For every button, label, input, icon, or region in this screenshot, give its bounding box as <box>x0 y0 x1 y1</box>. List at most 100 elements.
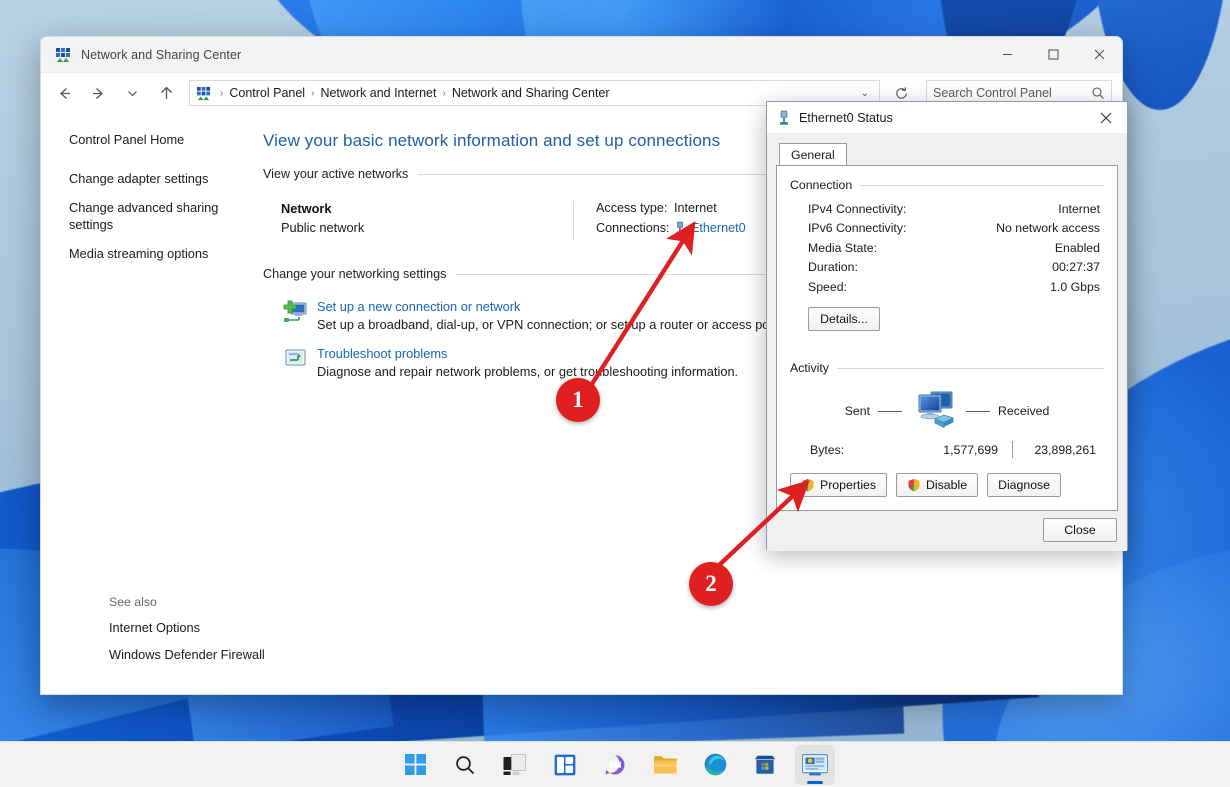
ethernet-adapter-icon <box>674 221 686 235</box>
ipv4-connectivity-value: Internet <box>1058 200 1100 219</box>
sidebar-item-media-streaming-options[interactable]: Media streaming options <box>69 245 221 262</box>
disable-button-label: Disable <box>926 478 967 492</box>
sidebar-item-control-panel-home[interactable]: Control Panel Home <box>69 131 221 148</box>
speed-value: 1.0 Gbps <box>1050 278 1100 297</box>
ipv4-connectivity-row: IPv4 Connectivity: Internet <box>790 200 1104 219</box>
uac-shield-icon <box>801 478 815 492</box>
dialog-action-buttons: Properties Disable Diagnose <box>790 473 1061 497</box>
search-icon[interactable] <box>1091 86 1105 100</box>
setting-description: Set up a broadband, dial-up, or VPN conn… <box>317 317 787 332</box>
close-button[interactable] <box>1076 37 1122 73</box>
minimize-button[interactable] <box>984 37 1030 73</box>
breadcrumb-separator: › <box>439 88 448 99</box>
window-title: Network and Sharing Center <box>81 48 241 62</box>
close-dialog-button[interactable]: Close <box>1043 518 1117 542</box>
setting-title[interactable]: Set up a new connection or network <box>317 299 787 314</box>
see-also-internet-options[interactable]: Internet Options <box>109 620 279 635</box>
maximize-button[interactable] <box>1030 37 1076 73</box>
search-input[interactable]: Search Control Panel <box>933 86 1091 100</box>
window-controls <box>984 37 1122 73</box>
connections-ethernet0-link[interactable]: Ethernet0 <box>691 221 746 235</box>
sidebar-item-change-advanced-sharing-settings[interactable]: Change advanced sharing settings <box>69 199 221 233</box>
activity-header-row: Sent <box>792 389 1102 433</box>
network-name: Network <box>281 201 573 216</box>
breadcrumb-separator: › <box>217 88 226 99</box>
properties-button[interactable]: Properties <box>790 473 887 497</box>
search-button[interactable] <box>445 745 485 785</box>
see-also-heading: See also <box>109 595 279 609</box>
connections-label: Connections: <box>596 221 674 235</box>
see-also-windows-defender-firewall[interactable]: Windows Defender Firewall <box>109 647 279 662</box>
microsoft-store-button[interactable] <box>745 745 785 785</box>
breadcrumb-item-control-panel[interactable]: Control Panel <box>226 86 308 100</box>
media-state-row: Media State: Enabled <box>790 239 1104 258</box>
sidebar-item-change-adapter-settings[interactable]: Change adapter settings <box>69 170 221 187</box>
ipv4-connectivity-label: IPv4 Connectivity: <box>808 200 906 219</box>
recent-locations-button[interactable] <box>115 78 149 108</box>
activity-fieldset-heading: Activity <box>790 361 1104 375</box>
connection-heading-text: Connection <box>790 178 852 192</box>
dialog-close-action: Close <box>1043 518 1117 542</box>
uac-shield-icon <box>907 478 921 492</box>
sent-dash <box>878 411 902 412</box>
dialog-tabstrip: General <box>776 142 1118 165</box>
sent-label: Sent <box>845 404 870 418</box>
dialog-close-button[interactable] <box>1085 102 1127 134</box>
network-details: Access type: Internet Connections: <box>573 201 746 241</box>
ethernet0-status-dialog: Ethernet0 Status General Connection IPv4… <box>766 101 1128 550</box>
setting-title[interactable]: Troubleshoot problems <box>317 346 738 361</box>
control-panel-button[interactable] <box>795 745 835 785</box>
file-explorer-button[interactable] <box>645 745 685 785</box>
bytes-sent-value: 1,577,699 <box>890 443 998 457</box>
disable-button[interactable]: Disable <box>896 473 978 497</box>
properties-button-label: Properties <box>820 478 876 492</box>
window-titlebar[interactable]: Network and Sharing Center <box>41 37 1122 73</box>
forward-button[interactable] <box>81 78 115 108</box>
taskbar <box>0 741 1230 787</box>
tab-general[interactable]: General <box>779 143 847 166</box>
network-sharing-icon <box>55 47 71 63</box>
access-type-label: Access type: <box>596 201 674 215</box>
chevron-down-icon[interactable]: ⌄ <box>857 88 873 99</box>
divider <box>837 368 1104 369</box>
active-networks-heading-text: View your active networks <box>263 167 408 181</box>
setting-description: Diagnose and repair network problems, or… <box>317 364 738 379</box>
back-button[interactable] <box>47 78 81 108</box>
divider <box>1012 441 1013 458</box>
activity-grid: Sent <box>790 383 1104 458</box>
diagnose-button[interactable]: Diagnose <box>987 473 1061 497</box>
task-view-button[interactable] <box>495 745 535 785</box>
chat-button[interactable] <box>595 745 635 785</box>
address-bar-icon <box>196 86 211 101</box>
edge-button[interactable] <box>695 745 735 785</box>
start-button[interactable] <box>395 745 435 785</box>
connections-row: Connections: Ethernet0 <box>596 221 746 235</box>
settings-heading-text: Change your networking settings <box>263 267 446 281</box>
speed-label: Speed: <box>808 278 847 297</box>
ipv6-connectivity-row: IPv6 Connectivity: No network access <box>790 219 1104 238</box>
ipv6-connectivity-value: No network access <box>996 219 1100 238</box>
ethernet-adapter-icon <box>777 110 791 126</box>
diagnose-button-label: Diagnose <box>998 478 1050 492</box>
new-connection-icon <box>283 299 317 332</box>
bytes-label: Bytes: <box>810 443 890 457</box>
breadcrumb-item-network-and-sharing-center[interactable]: Network and Sharing Center <box>449 86 613 100</box>
activity-section: Activity Sent <box>790 361 1104 458</box>
duration-label: Duration: <box>808 258 858 277</box>
up-button[interactable] <box>149 78 183 108</box>
speed-row: Speed: 1.0 Gbps <box>790 278 1104 297</box>
received-dash <box>966 411 990 412</box>
dialog-titlebar[interactable]: Ethernet0 Status <box>767 102 1127 134</box>
divider <box>860 185 1104 186</box>
bytes-received-value: 23,898,261 <box>1027 443 1096 457</box>
media-state-value: Enabled <box>1055 239 1100 258</box>
network-activity-icon <box>910 389 958 433</box>
ipv6-connectivity-label: IPv6 Connectivity: <box>808 219 906 238</box>
activity-heading-text: Activity <box>790 361 829 375</box>
details-button[interactable]: Details... <box>808 307 880 331</box>
breadcrumb-item-network-and-internet[interactable]: Network and Internet <box>317 86 439 100</box>
troubleshoot-icon <box>283 346 317 379</box>
widgets-button[interactable] <box>545 745 585 785</box>
network-identity: Network Public network <box>281 201 573 241</box>
received-label: Received <box>998 404 1049 418</box>
